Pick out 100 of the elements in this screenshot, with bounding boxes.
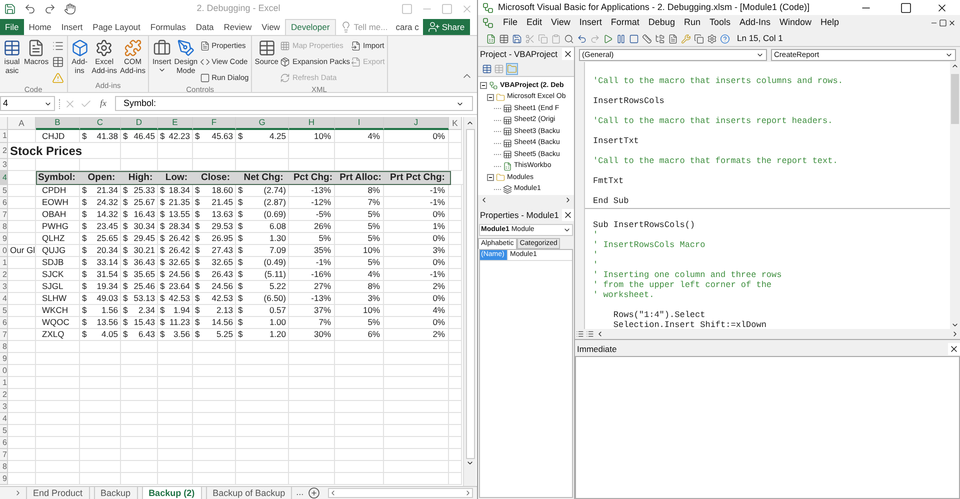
column-header[interactable]: K xyxy=(449,117,462,130)
row-header[interactable]: 8 xyxy=(0,341,8,353)
ribbon-tab[interactable]: Developer xyxy=(284,19,336,35)
row-header[interactable]: 5 xyxy=(0,185,8,197)
row-header[interactable]: 3 xyxy=(0,159,8,171)
menu-item[interactable]: Window xyxy=(776,16,816,30)
column-header[interactable]: D xyxy=(121,117,158,130)
sheet-tab[interactable]: Backup xyxy=(94,486,138,499)
touch-icon[interactable] xyxy=(64,3,76,15)
more-sheets[interactable]: ... xyxy=(296,486,304,499)
close-pane-button[interactable] xyxy=(948,343,960,355)
help-icon[interactable] xyxy=(720,34,730,44)
close-icon[interactable] xyxy=(948,19,956,27)
redo-icon[interactable] xyxy=(44,3,56,15)
scroll-thumb[interactable] xyxy=(951,74,959,124)
horizontal-scrollbar[interactable] xyxy=(596,330,959,338)
stop-icon[interactable] xyxy=(629,34,639,44)
row-header[interactable]: 7 xyxy=(0,209,8,221)
toggle-folders-icon[interactable] xyxy=(507,64,517,74)
insert-function-button[interactable]: fx xyxy=(96,96,110,110)
row-header[interactable]: 6 xyxy=(0,317,8,329)
row-header[interactable]: 4 xyxy=(0,171,8,185)
menu-item[interactable]: File xyxy=(499,16,522,30)
column-header[interactable]: I xyxy=(335,117,384,130)
menu-item[interactable]: Help xyxy=(816,16,844,30)
row-header[interactable]: 0 xyxy=(0,365,8,377)
undo-icon[interactable] xyxy=(577,34,587,44)
menu-item[interactable]: Format xyxy=(606,16,644,30)
sheet-tab[interactable]: Backup (2) xyxy=(142,486,202,499)
row-header[interactable]: 2 xyxy=(0,143,8,159)
menu-item[interactable]: Add-Ins xyxy=(735,16,775,30)
menu-item[interactable]: View xyxy=(547,16,574,30)
save-icon[interactable] xyxy=(4,3,16,15)
horizontal-scrollbar[interactable] xyxy=(328,488,473,498)
ribbon-tab[interactable]: Review xyxy=(218,19,257,35)
gear-icon[interactable] xyxy=(707,34,717,44)
row-header[interactable]: 7 xyxy=(0,329,8,341)
close-pane-button[interactable] xyxy=(562,209,574,221)
ribbon-tab[interactable]: Insert xyxy=(56,19,88,35)
row-header[interactable]: 1 xyxy=(0,130,8,143)
row-header[interactable]: 8 xyxy=(0,461,8,473)
run-icon[interactable] xyxy=(603,34,613,44)
ribbon-tab[interactable]: Home xyxy=(24,19,56,35)
column-header[interactable]: J xyxy=(384,117,449,130)
ribbon-tab[interactable]: Page Layout xyxy=(88,19,146,35)
module-view-icon[interactable] xyxy=(586,330,594,338)
tree-toggle[interactable] xyxy=(487,94,494,101)
vertical-scrollbar[interactable] xyxy=(950,62,960,329)
column-header[interactable]: H xyxy=(289,117,335,130)
menu-item[interactable]: Insert xyxy=(575,16,606,30)
procedure-view-icon[interactable] xyxy=(576,330,584,338)
add-sheet-icon[interactable] xyxy=(308,487,320,499)
excel-icon[interactable] xyxy=(486,34,496,44)
menu-item[interactable]: Edit xyxy=(522,16,546,30)
row-header[interactable]: 4 xyxy=(0,413,8,425)
row-header[interactable]: 5 xyxy=(0,425,8,437)
formula-field[interactable]: Symbol: xyxy=(114,96,473,111)
undo-icon[interactable] xyxy=(24,3,36,15)
row-header[interactable]: 3 xyxy=(0,401,8,413)
row-header[interactable]: 5 xyxy=(0,305,8,317)
ribbon-tab[interactable]: View xyxy=(256,19,285,35)
row-header[interactable]: 9 xyxy=(0,233,8,245)
save-icon[interactable] xyxy=(512,34,522,44)
row-header[interactable]: 4 xyxy=(0,293,8,305)
column-header[interactable]: F xyxy=(193,117,236,130)
menu-item[interactable]: Run xyxy=(680,16,704,30)
search-icon[interactable] xyxy=(564,34,574,44)
tree-toggle[interactable] xyxy=(480,82,487,90)
column-header[interactable]: B xyxy=(36,117,80,130)
close-pane-button[interactable] xyxy=(562,48,574,60)
ribbon-tab[interactable]: Data xyxy=(190,19,219,35)
row-header[interactable]: 9 xyxy=(0,473,8,485)
tree-toggle[interactable] xyxy=(487,174,494,182)
ribbon-icon-button[interactable] xyxy=(50,55,65,69)
properties-icon[interactable] xyxy=(668,34,678,44)
row-header[interactable]: 6 xyxy=(0,437,8,449)
sheet-tab[interactable]: Backup of Backup xyxy=(206,486,292,499)
sheet-tab[interactable]: End Product xyxy=(26,486,90,499)
file-tab[interactable]: File xyxy=(0,19,24,35)
row-header[interactable]: 3 xyxy=(0,281,8,293)
maximize-icon[interactable] xyxy=(900,2,912,14)
close-icon[interactable] xyxy=(936,2,948,14)
menu-item[interactable]: Tools xyxy=(705,16,734,30)
name-box[interactable]: 4 xyxy=(0,96,55,111)
vertical-scrollbar[interactable] xyxy=(463,117,476,486)
share-button[interactable]: Share xyxy=(422,19,470,35)
row-header[interactable]: 6 xyxy=(0,197,8,209)
row-header[interactable]: 1 xyxy=(0,377,8,389)
row-header[interactable]: 7 xyxy=(0,449,8,461)
column-header[interactable]: E xyxy=(158,117,193,130)
column-header[interactable]: G xyxy=(236,117,289,130)
ribbon-tab[interactable]: Formulas xyxy=(145,19,191,35)
column-header[interactable]: C xyxy=(80,117,121,130)
restore-icon[interactable] xyxy=(939,19,947,27)
row-header[interactable]: 2 xyxy=(0,269,8,281)
row-header[interactable]: 1 xyxy=(0,257,8,269)
pause-icon[interactable] xyxy=(616,34,626,44)
row-header[interactable]: 0 xyxy=(0,245,8,257)
row-header[interactable]: 9 xyxy=(0,353,8,365)
row-header[interactable]: 2 xyxy=(0,389,8,401)
